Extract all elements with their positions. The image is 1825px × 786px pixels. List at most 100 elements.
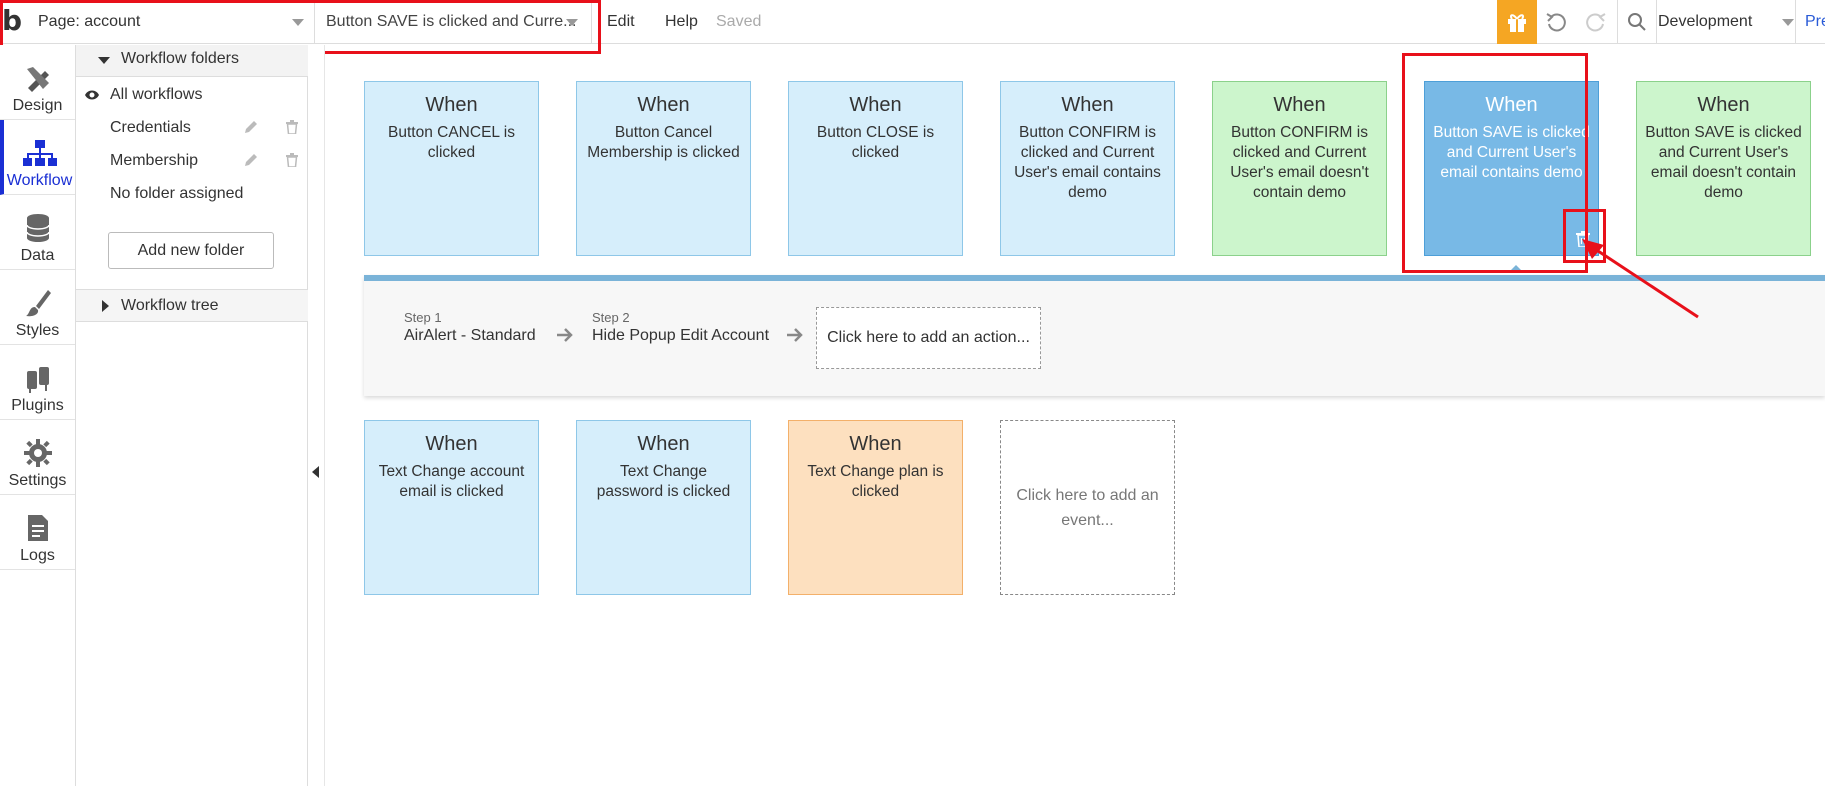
event-when: When bbox=[637, 94, 690, 116]
nav-workflow[interactable]: Workflow bbox=[0, 120, 75, 195]
workflow-icon bbox=[22, 140, 57, 166]
event-description: Text Change plan is clicked bbox=[807, 463, 944, 500]
event-when: When bbox=[1697, 94, 1750, 116]
nav-plugins[interactable]: Plugins bbox=[0, 345, 75, 420]
divider bbox=[1795, 0, 1796, 44]
event-description: Text Change password is clicked bbox=[596, 463, 731, 500]
event-card[interactable]: When Button CONFIRM is clicked and Curre… bbox=[1000, 81, 1175, 256]
step-2[interactable]: Step 2 Hide Popup Edit Account bbox=[592, 310, 769, 345]
workflow-folders-header[interactable]: Workflow folders bbox=[76, 45, 308, 77]
event-when: When bbox=[1485, 94, 1538, 116]
chevron-down-icon bbox=[1782, 19, 1794, 26]
selection-pointer bbox=[1508, 265, 1524, 273]
add-event-label: Click here to add an event... bbox=[1016, 486, 1159, 529]
folder-item[interactable]: Membership bbox=[76, 145, 308, 177]
nav-label: Plugins bbox=[11, 397, 64, 414]
top-bar: b Page: account Button SAVE is clicked a… bbox=[0, 0, 1825, 44]
folder-unassigned[interactable]: No folder assigned bbox=[76, 178, 308, 210]
event-card[interactable]: When Button SAVE is clicked and Current … bbox=[1636, 81, 1811, 256]
step-number: Step 2 bbox=[592, 310, 630, 325]
left-nav: Design Workflow Data Styles Plugins Sett… bbox=[0, 45, 76, 786]
brush-icon bbox=[25, 290, 51, 317]
event-when: When bbox=[1273, 94, 1326, 116]
page-selector-label: Page: account bbox=[38, 13, 141, 30]
design-icon bbox=[26, 67, 49, 92]
folder-all-workflows[interactable]: All workflows bbox=[76, 79, 308, 111]
nav-settings[interactable]: Settings bbox=[0, 420, 75, 495]
plug-icon bbox=[26, 367, 49, 393]
environment-selector[interactable]: Development bbox=[1658, 0, 1794, 44]
chevron-down-icon bbox=[292, 19, 304, 26]
caret-down-icon bbox=[98, 57, 110, 64]
environment-label: Development bbox=[1658, 13, 1753, 30]
nav-label: Styles bbox=[15, 322, 60, 339]
event-card-selected[interactable]: When Button SAVE is clicked and Current … bbox=[1424, 81, 1599, 256]
arrow-right-icon bbox=[787, 328, 803, 342]
event-card[interactable]: When Button CONFIRM is clicked and Curre… bbox=[1212, 81, 1387, 256]
search-icon[interactable] bbox=[1618, 0, 1656, 44]
workflow-tree-header[interactable]: Workflow tree bbox=[76, 289, 308, 322]
gift-icon[interactable] bbox=[1497, 0, 1537, 44]
nav-styles[interactable]: Styles bbox=[0, 270, 75, 345]
nav-label: Design bbox=[12, 97, 63, 114]
menu-help[interactable]: Help bbox=[665, 0, 698, 44]
undo-icon[interactable] bbox=[1537, 0, 1575, 44]
redo-icon[interactable] bbox=[1577, 0, 1615, 44]
document-icon bbox=[27, 515, 48, 541]
nav-label: Logs bbox=[20, 547, 55, 564]
add-event-button[interactable]: Click here to add an event... bbox=[1000, 420, 1175, 595]
event-when: When bbox=[425, 94, 478, 116]
nav-label: Settings bbox=[8, 472, 67, 489]
bubble-logo[interactable]: b bbox=[2, 6, 30, 36]
nav-data[interactable]: Data bbox=[0, 195, 75, 270]
event-card[interactable]: When Button CANCEL is clicked bbox=[364, 81, 539, 256]
trash-icon[interactable] bbox=[286, 153, 298, 167]
trash-icon[interactable] bbox=[286, 120, 298, 134]
page-selector[interactable]: Page: account bbox=[30, 0, 315, 44]
step-name: AirAlert - Standard bbox=[404, 327, 536, 344]
event-when: When bbox=[1061, 94, 1114, 116]
workflow-selector-label: Button SAVE is clicked and Curre... bbox=[326, 13, 577, 30]
event-description: Button Cancel Membership is clicked bbox=[587, 124, 740, 161]
nav-label: Workflow bbox=[6, 172, 73, 189]
event-card[interactable]: When Button Cancel Membership is clicked bbox=[576, 81, 751, 256]
event-when: When bbox=[849, 433, 902, 455]
folder-label: All workflows bbox=[110, 86, 203, 103]
event-description: Button CONFIRM is clicked and Current Us… bbox=[1014, 124, 1161, 201]
step-number: Step 1 bbox=[404, 310, 442, 325]
pencil-icon[interactable] bbox=[244, 153, 258, 167]
divider bbox=[1656, 0, 1657, 44]
workflow-folders-panel: Workflow folders All workflows Credentia… bbox=[76, 45, 308, 786]
nav-label: Data bbox=[20, 247, 55, 264]
caret-right-icon bbox=[102, 300, 109, 312]
arrow-right-icon bbox=[557, 328, 573, 342]
event-description: Button CLOSE is clicked bbox=[816, 124, 935, 161]
nav-design[interactable]: Design bbox=[0, 45, 75, 120]
event-description: Button SAVE is clicked and Current User'… bbox=[1645, 124, 1802, 201]
eye-icon bbox=[85, 90, 99, 100]
folder-label: No folder assigned bbox=[110, 185, 244, 202]
panel-collapse-handle[interactable] bbox=[308, 45, 325, 786]
collapse-arrow-icon bbox=[312, 466, 319, 478]
event-card[interactable]: When Text Change plan is clicked bbox=[788, 420, 963, 595]
preview-button[interactable]: Pre bbox=[1805, 0, 1825, 44]
workflow-selector[interactable]: Button SAVE is clicked and Curre... bbox=[316, 0, 592, 44]
event-when: When bbox=[425, 433, 478, 455]
nav-logs[interactable]: Logs bbox=[0, 495, 75, 570]
pencil-icon[interactable] bbox=[244, 120, 258, 134]
event-card[interactable]: When Text Change password is clicked bbox=[576, 420, 751, 595]
event-description: Button SAVE is clicked and Current User'… bbox=[1433, 124, 1590, 181]
add-new-folder-button[interactable]: Add new folder bbox=[108, 232, 274, 269]
event-when: When bbox=[637, 433, 690, 455]
step-1[interactable]: Step 1 AirAlert - Standard bbox=[404, 310, 536, 345]
event-card[interactable]: When Button CLOSE is clicked bbox=[788, 81, 963, 256]
menu-edit[interactable]: Edit bbox=[607, 0, 635, 44]
step-name: Hide Popup Edit Account bbox=[592, 327, 770, 344]
event-when: When bbox=[849, 94, 902, 116]
event-card[interactable]: When Text Change account email is clicke… bbox=[364, 420, 539, 595]
folder-item[interactable]: Credentials bbox=[76, 112, 308, 144]
workflow-folders-title: Workflow folders bbox=[121, 50, 239, 67]
chevron-down-icon bbox=[566, 19, 578, 26]
save-status: Saved bbox=[716, 13, 762, 30]
add-action-button[interactable]: Click here to add an action... bbox=[816, 307, 1041, 369]
